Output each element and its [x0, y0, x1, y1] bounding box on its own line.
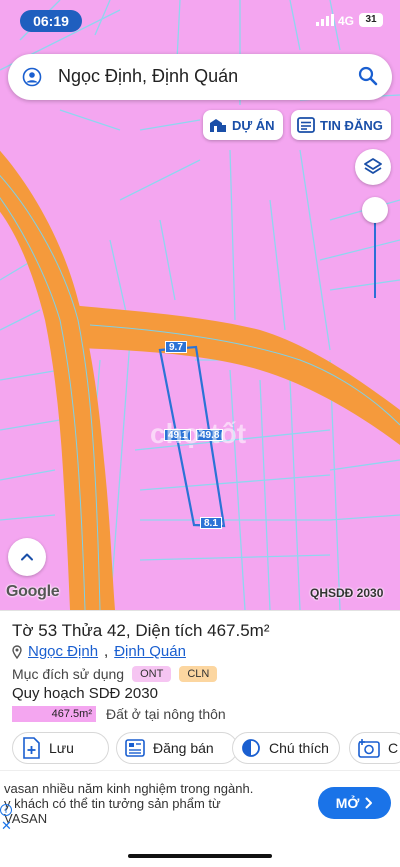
google-logo: Google — [6, 583, 60, 600]
location-separator: , — [104, 643, 109, 660]
map-view[interactable]: 06:19 4G 31 Ngọc Định, Định Quán DỰ ÁN T… — [0, 0, 400, 610]
action-bar: Lưu Đăng bán Chú thích C — [12, 732, 400, 764]
purpose-label: Mục đích sử dụng — [12, 666, 125, 682]
plan-area-row: 467.5m² Đất ở tại nông thôn — [12, 706, 226, 722]
purpose-tag-ont: ONT — [132, 666, 172, 682]
status-time: 06:19 — [20, 10, 82, 32]
opacity-slider-handle[interactable] — [362, 197, 388, 223]
search-bar[interactable]: Ngọc Định, Định Quán — [8, 54, 392, 100]
save-label: Lưu — [49, 740, 74, 756]
watermark: chợ tốt — [150, 418, 247, 449]
layers-button[interactable] — [355, 149, 391, 185]
edge-label-top: 9.7 — [165, 341, 187, 353]
parcel-info-panel: Tờ 53 Thửa 42, Diện tích 467.5m² Ngọc Đị… — [0, 610, 400, 770]
location-link-commune[interactable]: Ngọc Định — [28, 643, 98, 660]
parcel-location: Ngọc Định, Định Quán — [12, 643, 186, 660]
plan-area-swatch: 467.5m² — [12, 706, 96, 722]
ad-open-label: MỞ — [335, 795, 360, 811]
edge-label-bottom: 8.1 — [200, 517, 222, 529]
ad-line-2: y khách có thể tin tưởng sản phẩm từ — [4, 796, 221, 811]
listing-icon — [297, 117, 315, 133]
ad-open-button[interactable]: MỞ — [318, 787, 391, 819]
ad-line-1: vasan nhiều năm kinh nghiệm trong ngành. — [4, 781, 254, 796]
status-bar: 06:19 4G 31 — [0, 8, 400, 34]
ad-banner[interactable]: vasan nhiều năm kinh nghiệm trong ngành.… — [0, 770, 400, 833]
location-link-district[interactable]: Định Quán — [114, 643, 186, 660]
ad-info-icon[interactable]: i — [0, 804, 12, 816]
battery-icon: 31 — [359, 13, 383, 27]
du-an-button[interactable]: DỰ ÁN — [203, 110, 283, 140]
system-bottom-bar — [0, 832, 400, 867]
parcel-title: Tờ 53 Thửa 42, Diện tích 467.5m² — [12, 621, 270, 640]
home-indicator[interactable] — [128, 854, 272, 858]
chevron-right-icon — [365, 797, 373, 809]
user-location-icon — [22, 67, 42, 87]
signal-icon — [316, 14, 334, 26]
planning-layer-label: QHSDĐ 2030 — [310, 586, 384, 600]
network-label: 4G — [338, 14, 355, 28]
plan-area-description: Đất ở tại nông thôn — [106, 706, 226, 722]
add-document-icon — [23, 737, 40, 759]
listing-icon — [125, 739, 145, 757]
map-pin-icon — [12, 644, 22, 659]
tin-dang-button[interactable]: TIN ĐĂNG — [291, 110, 391, 140]
search-icon[interactable] — [358, 66, 378, 86]
contrast-icon — [242, 739, 260, 757]
save-button[interactable]: Lưu — [12, 732, 109, 764]
building-icon — [210, 119, 226, 132]
purpose-tag-cln: CLN — [179, 666, 218, 682]
tin-dang-label: TIN ĐĂNG — [320, 117, 383, 133]
opacity-slider-track[interactable] — [374, 212, 376, 298]
layers-icon — [364, 158, 382, 174]
photo-label: C — [388, 740, 399, 756]
chevron-up-icon — [21, 553, 33, 561]
legend-button[interactable]: Chú thích — [232, 732, 340, 764]
add-photo-icon — [358, 739, 380, 758]
land-use-purpose: Mục đích sử dụng ONT CLN — [12, 666, 218, 682]
search-input[interactable]: Ngọc Định, Định Quán — [58, 66, 238, 87]
du-an-label: DỰ ÁN — [232, 117, 275, 133]
plan-heading: Quy hoạch SDĐ 2030 — [12, 685, 158, 702]
post-sale-label: Đăng bán — [153, 740, 214, 756]
collapse-button[interactable] — [8, 538, 46, 576]
photo-button[interactable]: C — [349, 732, 400, 764]
legend-label: Chú thích — [269, 740, 329, 756]
post-sale-button[interactable]: Đăng bán — [116, 732, 238, 764]
